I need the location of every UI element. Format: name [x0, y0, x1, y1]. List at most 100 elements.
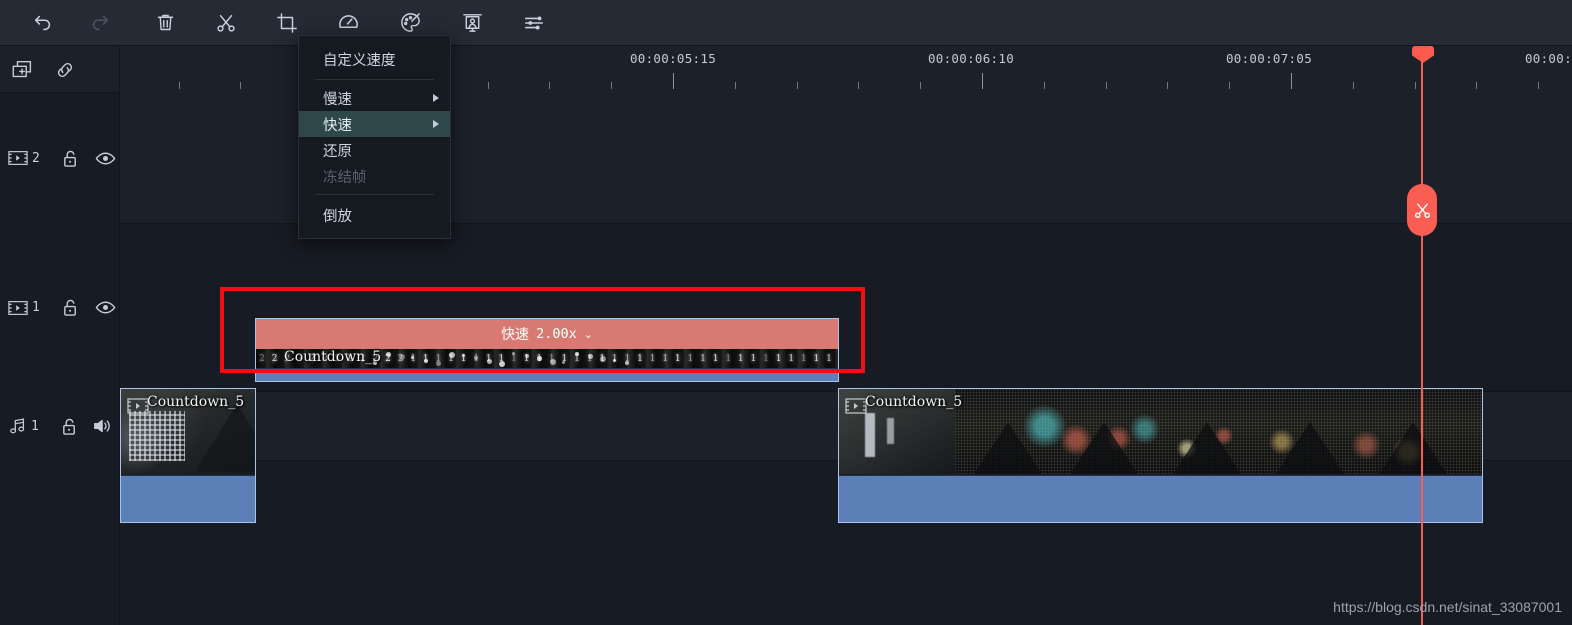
thumbnail-frame-number: 1 — [637, 353, 643, 364]
ruler-minor-tick — [797, 82, 798, 89]
ruler-minor-tick — [1538, 82, 1539, 89]
thumbnail-frame-number: 1 — [687, 353, 694, 364]
thumbnail-frame-number: 1 — [800, 353, 807, 364]
delete-button[interactable] — [142, 0, 188, 46]
thumbnail-glow — [612, 358, 616, 362]
clip-track1-b[interactable]: Countdown_5 — [838, 388, 1483, 523]
clip-track1-a[interactable]: Countdown_5 — [120, 388, 256, 523]
thumbnail-frame-number: 2 — [271, 353, 278, 364]
thumbnail-glow — [423, 358, 428, 363]
split-button[interactable] — [203, 0, 249, 46]
submenu-arrow-icon — [433, 120, 439, 128]
track-header-audio-1[interactable]: 1 — [0, 392, 120, 460]
add-track-icon — [12, 60, 32, 77]
trash-icon — [157, 14, 173, 31]
ruler-minor-tick — [240, 82, 241, 89]
menu-separator — [315, 194, 434, 195]
clip-speed-header[interactable]: 快速 2.00x ⌄ — [256, 319, 838, 349]
menu-item-slow[interactable]: 慢速 — [299, 85, 450, 111]
film-badge-icon — [127, 397, 149, 420]
thumbnail-glow — [436, 360, 442, 366]
thumbnail-glow — [625, 360, 630, 365]
ruler-major-tick — [673, 73, 674, 89]
thumbnail-glow — [386, 352, 391, 357]
ruler-minor-tick — [858, 82, 859, 89]
adjust-button[interactable] — [511, 0, 557, 46]
menu-item-label: 还原 — [323, 143, 352, 160]
thumbnail-frame-number: 2 — [322, 353, 328, 364]
link-button[interactable] — [52, 57, 78, 83]
main-toolbar — [0, 0, 1572, 46]
chevron-down-icon[interactable]: ⌄ — [584, 328, 593, 341]
playhead-line — [1421, 58, 1423, 625]
ruler-time-label: 00:00:08:00 — [1524, 51, 1572, 66]
link-icon — [57, 62, 73, 77]
thumbnail-frame-number: 2 — [334, 353, 341, 364]
ruler-minor-tick — [1044, 82, 1045, 89]
menu-item-label: 冻结帧 — [323, 169, 367, 186]
clip-audio-band — [256, 368, 838, 381]
ruler-minor-tick — [735, 82, 736, 89]
add-track-button[interactable] — [10, 57, 36, 83]
redo-button[interactable] — [77, 0, 123, 46]
thumbnail-glow — [587, 354, 593, 360]
menu-item-label: 自定义速度 — [323, 52, 396, 69]
ruler-minor-tick — [1229, 82, 1230, 89]
track-header-video-2[interactable]: 2 — [0, 93, 120, 223]
thumbnail-frame-number: 1 — [712, 353, 719, 364]
thumbnail-glow — [486, 358, 492, 364]
thumbnail-frame-number: 1 — [813, 353, 820, 364]
unlock-icon[interactable] — [61, 417, 78, 436]
thumbnail-glow — [360, 358, 364, 362]
thumbnail-frame-number: 1 — [775, 353, 782, 364]
scissors-icon — [1414, 202, 1430, 218]
thumbnail-frame-number: 1 — [737, 353, 744, 364]
track-header-video-1[interactable]: 1 — [0, 224, 120, 391]
film-icon — [8, 150, 28, 166]
thumbnail-glow — [461, 354, 465, 358]
thumbnail-glow — [575, 352, 579, 356]
menu-item-custom-speed[interactable]: 自定义速度 — [299, 44, 450, 74]
thumbnail-frame-number: 2 — [296, 353, 303, 364]
ruler-minor-tick — [1476, 82, 1477, 89]
clip-thumbnail — [839, 389, 1482, 474]
music-note-icon — [9, 417, 27, 435]
thumbnail-frame-number: 1 — [763, 353, 769, 364]
timeline-subbar: 00:00:04:2000:00:05:1500:00:06:1000:00:0… — [0, 46, 1572, 93]
redo-icon — [92, 15, 109, 30]
scissors-icon — [217, 14, 235, 32]
clip-selected-countdown[interactable]: 快速 2.00x ⌄ 22222222222211111111111111111… — [255, 318, 839, 382]
undo-button[interactable] — [20, 0, 66, 46]
track-tools — [0, 46, 120, 93]
watermark-url: https://blog.csdn.net/sinat_33087001 — [1333, 599, 1562, 615]
thumbnail-frame-number: 1 — [674, 353, 681, 364]
clip-audio-band — [121, 475, 255, 522]
ruler-minor-tick — [549, 82, 550, 89]
unlock-icon[interactable] — [62, 298, 79, 317]
menu-item-reverse[interactable]: 倒放 — [299, 200, 450, 230]
menu-item-label: 慢速 — [323, 91, 352, 108]
speed-context-menu[interactable]: 自定义速度慢速快速还原冻结帧倒放 — [298, 35, 451, 239]
thumbnail-glow — [499, 360, 506, 367]
eye-icon[interactable] — [95, 151, 116, 166]
ruler-major-tick — [982, 73, 983, 89]
menu-item-label: 倒放 — [323, 208, 352, 225]
green-screen-button[interactable] — [449, 0, 495, 46]
menu-separator — [315, 79, 434, 80]
ruler-minor-tick — [1415, 82, 1416, 89]
ruler-minor-tick — [179, 82, 180, 89]
clip-speed-label: 快速 — [501, 326, 530, 342]
thumbnail-frame-number: 1 — [662, 353, 669, 364]
thumbnail-frame-number: 1 — [750, 353, 757, 364]
menu-item-freeze-frame: 冻结帧 — [299, 163, 450, 189]
unlock-icon[interactable] — [62, 149, 79, 168]
split-at-playhead-button[interactable] — [1407, 184, 1437, 236]
menu-item-fast[interactable]: 快速 — [299, 111, 450, 137]
speaker-icon[interactable] — [92, 417, 114, 435]
undo-icon — [34, 15, 51, 30]
menu-item-restore[interactable]: 还原 — [299, 137, 450, 163]
thumbnail-frame-number: 1 — [649, 353, 656, 364]
thumbnail-frame-number: 2 — [309, 353, 316, 364]
ruler-time-label: 00:00:06:10 — [927, 51, 1015, 66]
eye-icon[interactable] — [95, 300, 116, 315]
